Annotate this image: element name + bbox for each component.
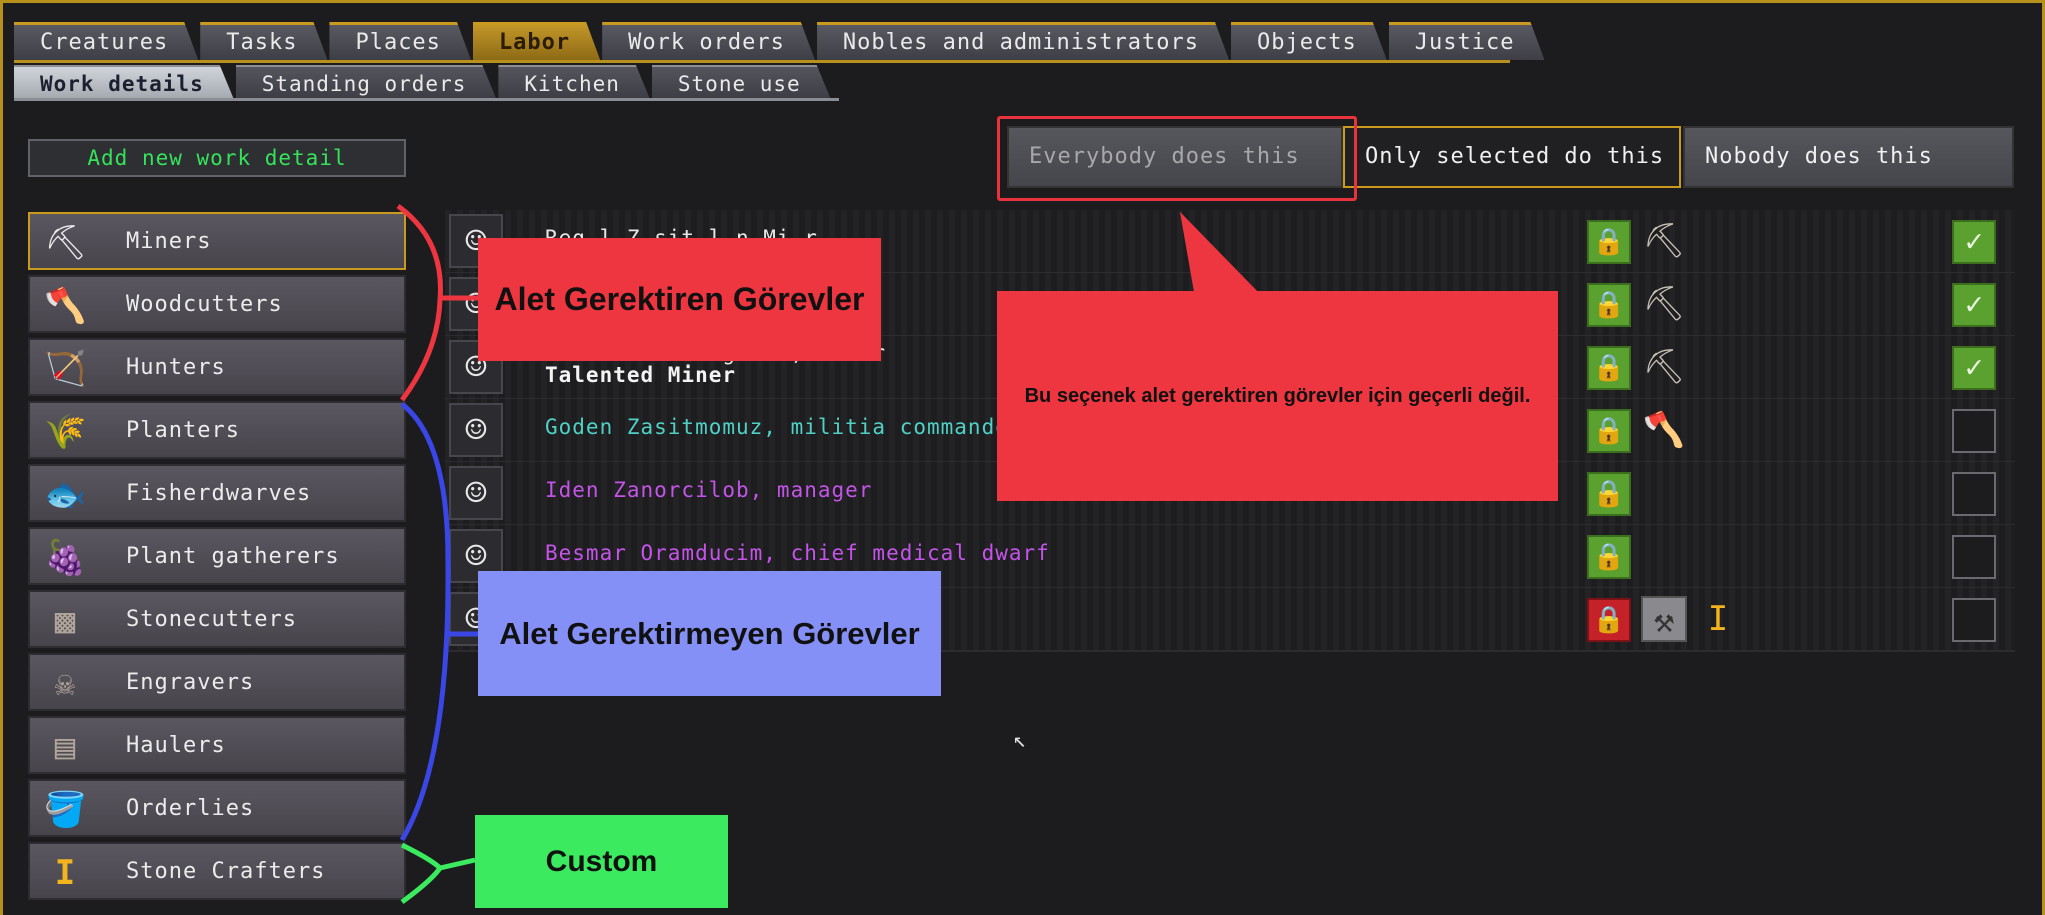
no-tool-label: Alet Gerektirmeyen Görevler xyxy=(478,571,941,696)
green-bracket xyxy=(400,842,444,905)
callout-pointer-edge xyxy=(1180,212,1258,292)
everybody-highlight-outline xyxy=(997,116,1357,201)
mouse-cursor-icon: ↖ xyxy=(1013,728,1027,753)
not-applicable-callout: Bu seçenek alet gerektiren görevler için… xyxy=(997,291,1558,501)
custom-label: Custom xyxy=(475,815,728,908)
tool-required-label: Alet Gerektiren Görevler xyxy=(478,238,881,361)
blue-bracket xyxy=(399,402,451,842)
green-bracket-tick xyxy=(439,857,476,871)
red-bracket xyxy=(396,203,443,402)
